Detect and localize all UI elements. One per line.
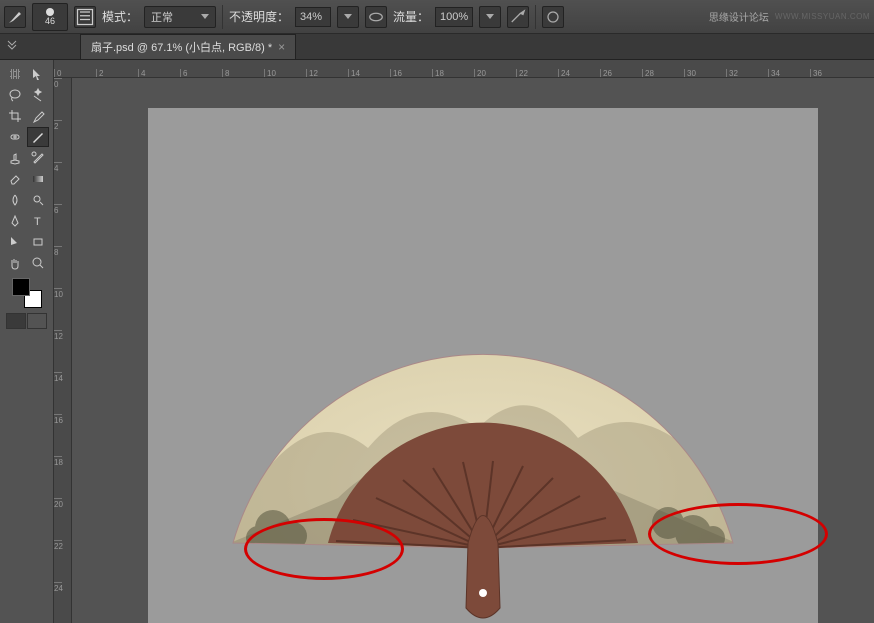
annotation-ellipse-left: [244, 518, 404, 580]
lasso-tool[interactable]: [4, 85, 26, 105]
move-tool[interactable]: [4, 64, 26, 84]
blend-mode-dropdown[interactable]: 正常: [144, 6, 216, 28]
chevron-down-icon: [201, 14, 209, 19]
expand-panels-icon[interactable]: [6, 38, 18, 50]
vertical-ruler[interactable]: 02468101214161820222426: [54, 78, 72, 623]
tablet-size-toggle[interactable]: [542, 6, 564, 28]
brush-tool[interactable]: [27, 127, 49, 147]
opacity-input[interactable]: 34%: [295, 7, 331, 27]
color-swatches[interactable]: [12, 278, 42, 308]
canvas[interactable]: [148, 108, 818, 623]
main-area: T 024681012141618202224262830323436 0246…: [0, 60, 874, 623]
document-view: 024681012141618202224262830323436 024681…: [54, 60, 874, 623]
flow-input[interactable]: 100%: [435, 7, 473, 27]
eyedropper-tool[interactable]: [27, 106, 49, 126]
type-tool[interactable]: T: [27, 211, 49, 231]
blend-mode-value: 正常: [151, 9, 173, 25]
quickmask-mode-toggle[interactable]: [27, 313, 47, 329]
tools-panel: T: [0, 60, 54, 623]
magic-wand-tool[interactable]: [27, 85, 49, 105]
standard-mode-toggle[interactable]: [6, 313, 26, 329]
brush-tool-icon[interactable]: [4, 6, 26, 28]
document-tab-title: 扇子.psd @ 67.1% (小白点, RGB/8) *: [91, 39, 272, 55]
zoom-tool[interactable]: [27, 253, 49, 273]
eraser-tool[interactable]: [4, 169, 26, 189]
clone-stamp-tool[interactable]: [4, 148, 26, 168]
airbrush-toggle[interactable]: [507, 6, 529, 28]
blur-tool[interactable]: [4, 190, 26, 210]
options-bar: 46 模式： 正常 不透明度： 34% 流量： 100% 思缘设计论坛 WWW.…: [0, 0, 874, 34]
marquee-tool[interactable]: [27, 64, 49, 84]
crop-tool[interactable]: [4, 106, 26, 126]
brush-preset-picker[interactable]: 46: [32, 3, 68, 31]
foreground-color-swatch[interactable]: [12, 278, 30, 296]
horizontal-ruler[interactable]: 024681012141618202224262830323436: [54, 60, 874, 78]
tablet-opacity-toggle[interactable]: [365, 6, 387, 28]
gradient-tool[interactable]: [27, 169, 49, 189]
document-tab-bar: 扇子.psd @ 67.1% (小白点, RGB/8) * ×: [0, 34, 874, 60]
canvas-viewport[interactable]: [72, 78, 874, 623]
watermark: 思缘设计论坛 WWW.MISSYUAN.COM: [709, 9, 870, 24]
path-selection-tool[interactable]: [4, 232, 26, 252]
hand-tool[interactable]: [4, 253, 26, 273]
rectangle-tool[interactable]: [27, 232, 49, 252]
svg-text:T: T: [34, 216, 41, 228]
brush-dot-icon: [46, 8, 54, 16]
opacity-dropdown-arrow[interactable]: [337, 6, 359, 28]
flow-label: 流量：: [393, 8, 429, 25]
close-icon[interactable]: ×: [278, 40, 285, 54]
brush-size-value: 46: [45, 16, 55, 26]
annotation-ellipse-right: [648, 503, 828, 565]
brush-panel-toggle[interactable]: [74, 6, 96, 28]
opacity-label: 不透明度：: [229, 8, 289, 25]
history-brush-tool[interactable]: [27, 148, 49, 168]
mode-label: 模式：: [102, 8, 138, 25]
flow-dropdown-arrow[interactable]: [479, 6, 501, 28]
pen-tool[interactable]: [4, 211, 26, 231]
healing-brush-tool[interactable]: [4, 127, 26, 147]
document-tab[interactable]: 扇子.psd @ 67.1% (小白点, RGB/8) * ×: [80, 34, 296, 59]
dodge-tool[interactable]: [27, 190, 49, 210]
